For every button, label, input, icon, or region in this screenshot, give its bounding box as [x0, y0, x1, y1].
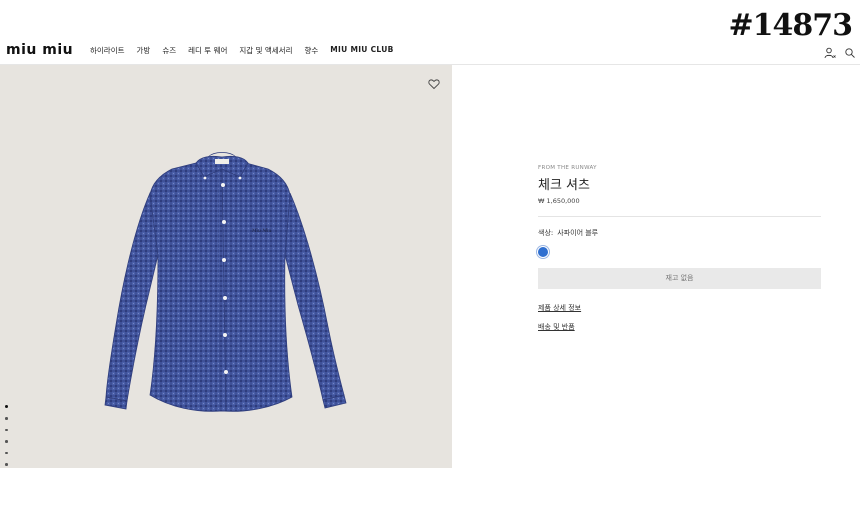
search-icon[interactable]	[844, 44, 856, 58]
nav-item-miu-miu-club[interactable]: MIU MIU CLUB	[330, 45, 393, 56]
product-price: ₩ 1,650,000	[538, 197, 580, 205]
account-icon[interactable]	[824, 44, 836, 59]
nav-item-shoes[interactable]: 슈즈	[162, 45, 176, 56]
main-nav: 하이라이트 가방 슈즈 레디 투 웨어 지갑 및 액세서리 향수 MIU MIU…	[90, 45, 394, 56]
gallery-dot-5[interactable]	[5, 451, 8, 454]
color-swatch-sapphire-blue[interactable]	[538, 247, 548, 257]
product-details-link[interactable]: 제품 상세 정보	[538, 303, 821, 313]
nav-item-wallets-accessories[interactable]: 지갑 및 액세서리	[239, 45, 292, 56]
product-info: FROM THE RUNWAY 체크 셔츠 ₩ 1,650,000 색상: 사파이…	[538, 165, 821, 332]
nav-item-bags[interactable]: 가방	[137, 45, 151, 56]
gallery-dot-4[interactable]	[5, 440, 8, 443]
site-header: MIU MIU 하이라이트 가방 슈즈 레디 투 웨어 지갑 및 액세서리 향수…	[0, 40, 860, 65]
gallery-pagination	[5, 405, 8, 466]
color-label: 색상:	[538, 229, 554, 237]
color-selection: 색상: 사파이어 블루	[538, 228, 821, 238]
nav-item-fragrance[interactable]: 향수	[304, 45, 318, 56]
sold-out-button[interactable]: 재고 없음	[538, 268, 821, 289]
divider	[538, 216, 821, 217]
watermark: #14873	[728, 8, 853, 43]
gallery-dot-3[interactable]	[5, 428, 8, 431]
nav-item-ready-to-wear[interactable]: 레디 투 웨어	[188, 45, 227, 56]
product-eyebrow: FROM THE RUNWAY	[538, 165, 597, 171]
brand-logo[interactable]: MIU MIU	[6, 42, 73, 58]
header-icons	[824, 44, 856, 59]
product-gallery[interactable]: Miu Miu	[0, 65, 452, 468]
heart-icon[interactable]	[428, 75, 440, 90]
gallery-dot-6[interactable]	[5, 463, 8, 466]
gallery-dot-2[interactable]	[5, 417, 8, 420]
shirt-logo-embroidery: Miu Miu	[251, 228, 271, 234]
shipping-returns-link[interactable]: 배송 및 반품	[538, 322, 821, 332]
product-image-shirt: Miu Miu	[104, 152, 347, 412]
nav-item-highlights[interactable]: 하이라이트	[90, 45, 125, 56]
gallery-dot-1[interactable]	[5, 405, 8, 408]
product-title: 체크 셔츠	[538, 178, 590, 193]
color-value: 사파이어 블루	[557, 229, 599, 237]
